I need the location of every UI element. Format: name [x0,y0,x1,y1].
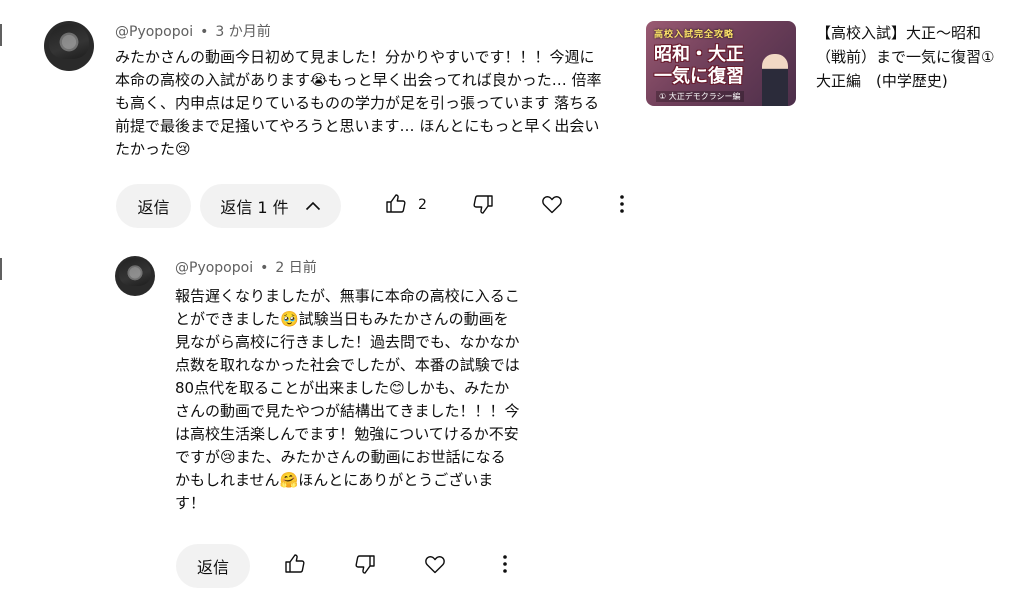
toggle-replies-button[interactable]: 返信 1 件 [200,184,341,228]
more-actions-button[interactable] [488,549,522,583]
chevron-up-icon [305,201,321,211]
comment-text: みたかさんの動画今日初めて見ました！分かりやすいです！！！今週に 本命の高校の入… [115,46,645,161]
thumbnail-person [762,54,788,106]
thumbnail-sub: ① 大正デモクラシー編 [656,91,744,102]
video-title-line: 大正編 (中学歴史) [816,72,948,90]
reply-line: かもしれません🤗ほんとにありがとうございま [175,471,494,489]
more-actions-button[interactable] [605,189,639,223]
thumbnail-tag: 高校入試完全攻略 [654,30,735,40]
reply-author[interactable]: @Pyopopoi [175,260,253,276]
heart-icon [423,552,447,580]
heart-icon [540,192,564,220]
dislike-button[interactable] [466,189,500,223]
reply-timestamp[interactable]: 2 日前 [275,260,316,276]
thumbnail-line1: 昭和・大正 [654,44,744,65]
reply-line: 点数を取れなかった社会でしたが、本番の試験では [175,356,520,374]
comment-meta: @Pyopopoi • 3 か月前 [115,24,271,40]
comment-line: たかった😢 [115,140,191,158]
thumbnail-line2: 一気に復習 [654,66,744,87]
more-vert-icon [619,194,625,218]
comment-author[interactable]: @Pyopopoi [115,24,193,40]
reply-line: は高校生活楽しんでます！勉強についてけるか不安 [175,425,519,443]
heart-button[interactable] [535,189,569,223]
reply-button[interactable]: 返信 [116,184,191,228]
reply-line: とができました🥹試験当日もみたかさんの動画を [175,310,509,328]
avatar[interactable] [44,21,94,71]
thread-edge-marker [0,258,2,280]
thread-edge-marker [0,24,2,46]
reply-button-label: 返信 [196,558,229,577]
comment-line: も高く、内申点は足りているものの学力が足を引っ張っています 落ちる [115,94,600,112]
video-title-line: （戦前）まで一気に復習① [816,48,995,66]
reply-line: 見ながら高校に行きました！過去問でも、なかなか [175,333,520,351]
reply-button-label: 返信 [137,198,170,217]
thumbs-down-icon [353,552,377,580]
like-button[interactable] [278,549,312,583]
more-vert-icon [502,554,508,578]
comment-timestamp[interactable]: 3 か月前 [215,24,270,40]
reply-line: 80点代を取ることが出来ました😊しかも、みたか [175,379,510,397]
like-count: 2 [418,197,427,213]
reply-line: ですが😢また、みたかさんの動画にお世話になる [175,448,506,466]
heart-button[interactable] [418,549,452,583]
avatar[interactable] [115,256,155,296]
thumbs-up-icon [384,192,408,220]
comment-line: 前提で最後まで足掻いてやろうと思います… ほんとにもっと早く出会い [115,117,600,135]
reply-button[interactable]: 返信 [176,544,250,588]
dislike-button[interactable] [348,549,382,583]
video-thumbnail[interactable]: 高校入試完全攻略 昭和・大正 一気に復習 ① 大正デモクラシー編 [646,21,796,106]
video-title-line: 【高校入試】大正〜昭和 [816,24,982,42]
toggle-replies-label: 返信 1 件 [220,198,289,217]
thumbs-down-icon [471,192,495,220]
comment-line: みたかさんの動画今日初めて見ました！分かりやすいです！！！今週に [115,48,595,66]
reply-meta: @Pyopopoi • 2 日前 [175,260,317,276]
video-title[interactable]: 【高校入試】大正〜昭和 （戦前）まで一気に復習① 大正編 (中学歴史) [816,21,1016,93]
reply-line: 報告遅くなりましたが、無事に本命の高校に入るこ [175,287,520,305]
reply-line: す！ [175,494,206,512]
comment-line: 本命の高校の入試があります😭もっと早く出会ってれば良かった… 倍率 [115,71,602,89]
reply-line: さんの動画で見たやつが結構出てきました！！！今 [175,402,520,420]
reply-text: 報告遅くなりましたが、無事に本命の高校に入るこ とができました🥹試験当日もみたか… [175,285,555,515]
thumbs-up-icon [283,552,307,580]
like-button[interactable] [379,189,413,223]
